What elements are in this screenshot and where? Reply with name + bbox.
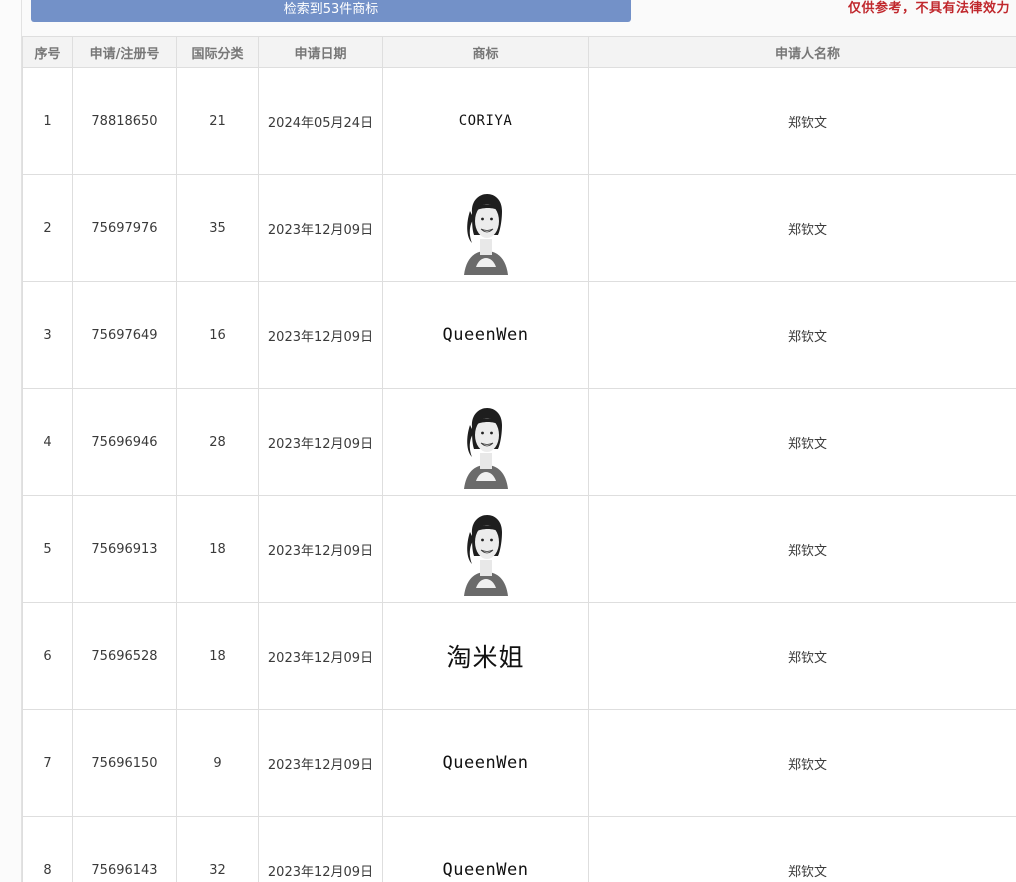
table-row[interactable]: 6 75696528 18 2023年12月09日 淘米姐 郑钦文 bbox=[22, 602, 1016, 710]
table-row[interactable]: 7 75696150 9 2023年12月09日 QueenWen 郑钦文 bbox=[22, 709, 1016, 817]
reg-number-link[interactable]: 78818650 bbox=[72, 67, 177, 175]
trademark-text: 淘米姐 bbox=[446, 643, 525, 672]
reg-number-link[interactable]: 75696913 bbox=[72, 495, 177, 603]
row-index: 5 bbox=[22, 495, 73, 603]
class-cell: 18 bbox=[176, 495, 259, 603]
trademark-text: QueenWen bbox=[442, 860, 529, 880]
portrait-image bbox=[456, 502, 516, 596]
date-cell: 2024年05月24日 bbox=[258, 67, 383, 175]
class-cell: 16 bbox=[176, 281, 259, 389]
row-index: 3 bbox=[22, 281, 73, 389]
reg-number-link[interactable]: 75696946 bbox=[72, 388, 177, 496]
row-index: 8 bbox=[22, 816, 73, 882]
trademark-cell: 淘米姐 bbox=[382, 602, 589, 710]
top-bar: 检索到53件商标 仅供参考，不具有法律效力 bbox=[0, 0, 1016, 36]
class-cell: 9 bbox=[176, 709, 259, 817]
applicant-cell: 郑钦文 bbox=[588, 388, 1016, 496]
trademark-cell bbox=[382, 388, 589, 496]
trademark-cell bbox=[382, 495, 589, 603]
row-index: 6 bbox=[22, 602, 73, 710]
trademark-cell: CORIYA bbox=[382, 67, 589, 175]
date-cell: 2023年12月09日 bbox=[258, 816, 383, 882]
reg-number-link[interactable]: 75696143 bbox=[72, 816, 177, 882]
column-header-trademark: 商标 bbox=[382, 36, 589, 68]
column-header-index: 序号 bbox=[22, 36, 73, 68]
column-header-date: 申请日期 bbox=[258, 36, 383, 68]
date-cell: 2023年12月09日 bbox=[258, 495, 383, 603]
reg-number-link[interactable]: 75697649 bbox=[72, 281, 177, 389]
portrait-image bbox=[456, 395, 516, 489]
left-gutter bbox=[0, 0, 22, 882]
table-row[interactable]: 3 75697649 16 2023年12月09日 QueenWen 郑钦文 bbox=[22, 281, 1016, 389]
reg-number-link[interactable]: 75696150 bbox=[72, 709, 177, 817]
class-cell: 18 bbox=[176, 602, 259, 710]
class-cell: 35 bbox=[176, 174, 259, 282]
date-cell: 2023年12月09日 bbox=[258, 709, 383, 817]
trademark-cell bbox=[382, 174, 589, 282]
trademark-cell: QueenWen bbox=[382, 816, 589, 882]
trademark-text: QueenWen bbox=[442, 753, 529, 773]
trademark-cell: QueenWen bbox=[382, 281, 589, 389]
table-row[interactable]: 5 75696913 18 2023年12月09日 郑钦文 bbox=[22, 495, 1016, 603]
applicant-cell: 郑钦文 bbox=[588, 67, 1016, 175]
trademark-text: CORIYA bbox=[458, 113, 513, 129]
reg-number-link[interactable]: 75697976 bbox=[72, 174, 177, 282]
applicant-cell: 郑钦文 bbox=[588, 174, 1016, 282]
applicant-cell: 郑钦文 bbox=[588, 709, 1016, 817]
column-header-applicant: 申请人名称 bbox=[588, 36, 1016, 68]
search-result-count-bar: 检索到53件商标 bbox=[31, 0, 631, 22]
column-header-class: 国际分类 bbox=[176, 36, 259, 68]
class-cell: 21 bbox=[176, 67, 259, 175]
applicant-cell: 郑钦文 bbox=[588, 602, 1016, 710]
applicant-cell: 郑钦文 bbox=[588, 816, 1016, 882]
row-index: 7 bbox=[22, 709, 73, 817]
row-index: 1 bbox=[22, 67, 73, 175]
row-index: 4 bbox=[22, 388, 73, 496]
table-row[interactable]: 2 75697976 35 2023年12月09日 郑钦文 bbox=[22, 174, 1016, 282]
disclaimer-text: 仅供参考，不具有法律效力 bbox=[847, 1, 1010, 16]
table-body: 1 78818650 21 2024年05月24日 CORIYA 郑钦文 2 75697976… bbox=[22, 67, 1016, 882]
trademark-text: QueenWen bbox=[442, 325, 529, 345]
reg-number-link[interactable]: 75696528 bbox=[72, 602, 177, 710]
applicant-cell: 郑钦文 bbox=[588, 281, 1016, 389]
date-cell: 2023年12月09日 bbox=[258, 174, 383, 282]
date-cell: 2023年12月09日 bbox=[258, 388, 383, 496]
date-cell: 2023年12月09日 bbox=[258, 602, 383, 710]
class-cell: 32 bbox=[176, 816, 259, 882]
trademark-table: 序号 申请/注册号 国际分类 申请日期 商标 申请人名称 1 78818650 21… bbox=[22, 36, 1016, 882]
table-row[interactable]: 8 75696143 32 2023年12月09日 QueenWen 郑钦文 bbox=[22, 816, 1016, 882]
class-cell: 28 bbox=[176, 388, 259, 496]
row-index: 2 bbox=[22, 174, 73, 282]
applicant-cell: 郑钦文 bbox=[588, 495, 1016, 603]
date-cell: 2023年12月09日 bbox=[258, 281, 383, 389]
column-header-reg-number: 申请/注册号 bbox=[72, 36, 177, 68]
trademark-search-page: 检索到53件商标 仅供参考，不具有法律效力 序号 申请/注册号 国际分类 申请日… bbox=[0, 0, 1016, 882]
table-row[interactable]: 1 78818650 21 2024年05月24日 CORIYA 郑钦文 bbox=[22, 67, 1016, 175]
table-row[interactable]: 4 75696946 28 2023年12月09日 郑钦文 bbox=[22, 388, 1016, 496]
table-header-row: 序号 申请/注册号 国际分类 申请日期 商标 申请人名称 bbox=[22, 36, 1016, 68]
trademark-cell: QueenWen bbox=[382, 709, 589, 817]
portrait-image bbox=[456, 181, 516, 275]
